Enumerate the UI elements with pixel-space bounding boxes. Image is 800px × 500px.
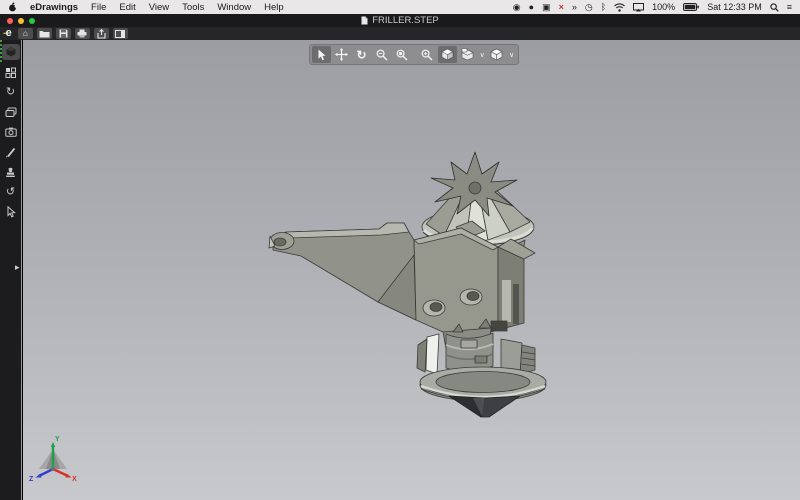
screen: eDrawings File Edit View Tools Window He… bbox=[0, 0, 800, 500]
zoom-fit-icon bbox=[421, 49, 433, 61]
panel-icon bbox=[115, 30, 125, 38]
display-style-cube-icon bbox=[490, 48, 503, 61]
reference-triad: Y X Z bbox=[29, 433, 79, 485]
apple-menu-icon[interactable] bbox=[8, 2, 17, 12]
view-tool-orientation[interactable] bbox=[458, 46, 477, 63]
cursor-icon bbox=[6, 206, 16, 218]
menubar-left: eDrawings File Edit View Tools Window He… bbox=[8, 2, 284, 13]
sidebar-tool-configurations[interactable] bbox=[1, 62, 21, 82]
zoom-icon bbox=[376, 49, 388, 61]
axis-x-label: X bbox=[72, 476, 77, 483]
shaded-cube-icon bbox=[441, 48, 454, 61]
window-title: FRILLER.STEP bbox=[372, 15, 439, 26]
sidebar-tool-spin[interactable]: ↻ bbox=[1, 82, 21, 102]
menu-edit[interactable]: Edit bbox=[119, 2, 135, 13]
menu-tools[interactable]: Tools bbox=[182, 2, 204, 13]
screen-capture-icon[interactable]: ▣ bbox=[542, 3, 551, 12]
folder-icon bbox=[39, 30, 50, 38]
printer-icon bbox=[77, 29, 87, 38]
spotlight-search-icon[interactable] bbox=[770, 3, 779, 12]
open-file-button[interactable] bbox=[37, 28, 52, 39]
panel-expand-handle[interactable]: ▸ bbox=[15, 263, 20, 272]
menu-window[interactable]: Window bbox=[217, 2, 251, 13]
window-titlebar[interactable]: FRILLER.STEP bbox=[0, 14, 800, 27]
tool-sidebar: ↻ ↺ bbox=[0, 40, 22, 500]
menubar-clock[interactable]: Sat 12:33 PM bbox=[707, 2, 762, 12]
view-tool-zoom-fit[interactable] bbox=[418, 46, 437, 63]
home-button[interactable]: ⌂ bbox=[18, 28, 33, 39]
menubar-app-name[interactable]: eDrawings bbox=[30, 2, 78, 13]
axis-z-label: Z bbox=[29, 476, 34, 483]
view-tool-display-style[interactable] bbox=[487, 46, 506, 63]
edrawings-logo-icon: -e bbox=[3, 28, 11, 39]
wifi-icon[interactable] bbox=[614, 3, 625, 12]
orientation-dropdown-chevron[interactable]: ∨ bbox=[478, 46, 487, 63]
sidebar-tool-components[interactable] bbox=[2, 44, 20, 60]
toggle-panel-button[interactable] bbox=[113, 28, 128, 39]
view-tool-zoom[interactable] bbox=[372, 46, 391, 63]
airplay-display-icon[interactable] bbox=[633, 3, 644, 12]
view-tool-zoom-area[interactable] bbox=[392, 46, 411, 63]
pencil-icon bbox=[5, 147, 16, 158]
save-button[interactable] bbox=[56, 28, 71, 39]
time-machine-icon[interactable]: ◷ bbox=[585, 3, 593, 12]
spin-icon: ↻ bbox=[6, 87, 15, 98]
window-title-group: FRILLER.STEP bbox=[0, 15, 800, 26]
bluetooth-icon[interactable]: ᛒ bbox=[601, 3, 606, 12]
reset-icon: ↺ bbox=[6, 187, 15, 198]
zoom-area-icon bbox=[396, 49, 408, 61]
model-friller[interactable] bbox=[23, 40, 800, 500]
document-icon bbox=[361, 16, 368, 25]
sidebar-tool-stamp[interactable] bbox=[1, 162, 21, 182]
view-tool-shaded[interactable] bbox=[438, 46, 457, 63]
view-tool-select[interactable] bbox=[312, 46, 331, 63]
home-icon: ⌂ bbox=[23, 29, 28, 38]
sidebar-tool-snapshot[interactable] bbox=[1, 122, 21, 142]
menu-view[interactable]: View bbox=[149, 2, 169, 13]
sidebar-tool-layers[interactable] bbox=[1, 102, 21, 122]
print-button[interactable] bbox=[75, 28, 90, 39]
components-icon bbox=[5, 46, 17, 58]
layers-icon bbox=[5, 107, 17, 118]
record-icon[interactable]: ◉ bbox=[513, 3, 521, 12]
menubar: eDrawings File Edit View Tools Window He… bbox=[0, 0, 800, 14]
sidebar-tool-markup[interactable] bbox=[1, 142, 21, 162]
battery-percent: 100% bbox=[652, 2, 675, 12]
x-app-icon[interactable]: × bbox=[559, 3, 564, 12]
notification-center-icon[interactable]: ≡ bbox=[787, 3, 792, 12]
display-style-dropdown-chevron[interactable]: ∨ bbox=[507, 46, 516, 63]
stamp-icon bbox=[5, 167, 16, 178]
view-tool-rotate[interactable]: ↻ bbox=[352, 46, 371, 63]
share-button[interactable] bbox=[94, 28, 109, 39]
four-squares-icon bbox=[5, 67, 16, 78]
sidebar-accent bbox=[0, 40, 2, 62]
view-tool-pan[interactable] bbox=[332, 46, 351, 63]
floppy-disk-icon bbox=[59, 29, 68, 38]
app-dot-icon[interactable]: ● bbox=[529, 3, 534, 12]
menu-help[interactable]: Help bbox=[264, 2, 284, 13]
battery-icon[interactable] bbox=[683, 3, 699, 11]
menubar-status: ◉ ● ▣ × » ◷ ᛒ 100% bbox=[513, 2, 792, 12]
rotate-icon: ↻ bbox=[357, 49, 367, 61]
forward-arrows-icon[interactable]: » bbox=[572, 3, 577, 12]
sidebar-tool-select[interactable] bbox=[1, 202, 21, 222]
viewport-canvas[interactable]: ↻ bbox=[23, 40, 800, 500]
select-arrow-icon bbox=[317, 49, 326, 61]
share-icon bbox=[97, 29, 106, 39]
app-toolbar: -e ⌂ bbox=[0, 27, 800, 40]
view-toolbar: ↻ bbox=[309, 44, 519, 65]
menu-file[interactable]: File bbox=[91, 2, 106, 13]
orientation-cube-icon bbox=[461, 48, 474, 61]
axis-y-label: Y bbox=[55, 436, 60, 443]
camera-icon bbox=[5, 127, 17, 137]
sidebar-tool-reset[interactable]: ↺ bbox=[1, 182, 21, 202]
pan-icon bbox=[335, 48, 348, 61]
